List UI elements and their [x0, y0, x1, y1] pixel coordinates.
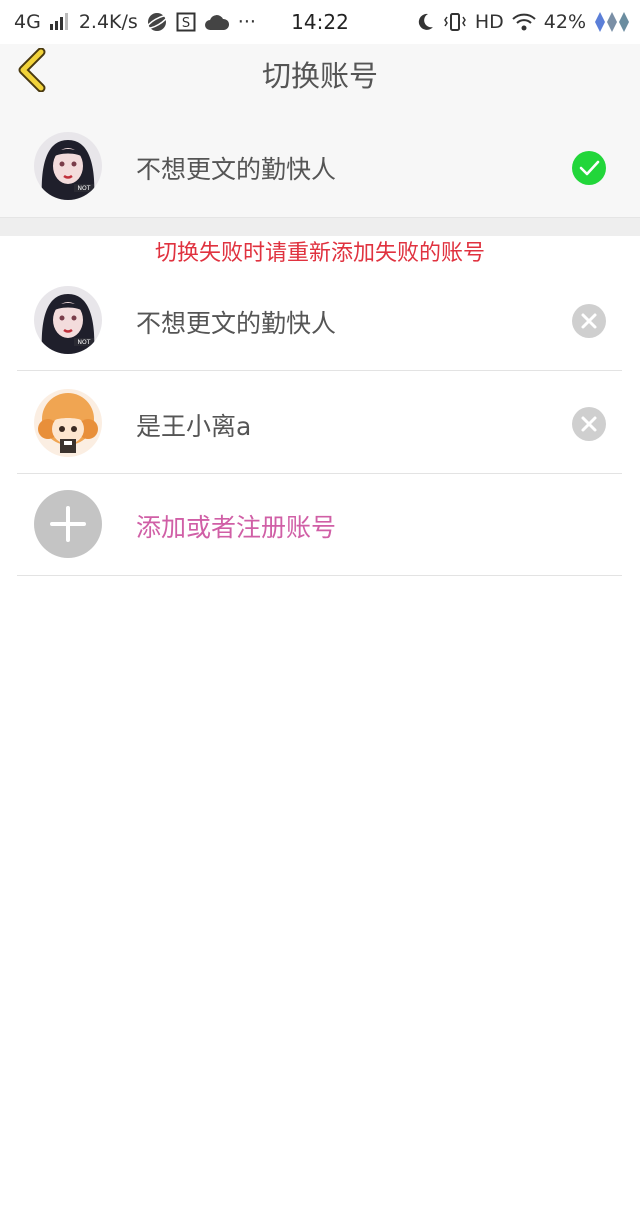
vibrate-icon — [443, 12, 467, 32]
current-account-card: NOT 不想更文的勤快人 — [0, 100, 640, 218]
girl-portrait-avatar: NOT — [34, 132, 102, 200]
status-bar: 4G 2.4K/s S ··· 14:22 HD 42% — [0, 0, 640, 44]
more-notifications-icon: ··· — [237, 11, 256, 33]
svg-text:NOT: NOT — [78, 339, 91, 346]
account-row[interactable]: NOT 不想更文的勤快人 — [0, 270, 640, 372]
add-account-row[interactable]: 添加或者注册账号 — [0, 474, 640, 576]
status-right: HD 42% — [415, 0, 630, 44]
remove-account-button[interactable] — [572, 304, 606, 338]
account-name: 不想更文的勤快人 — [136, 309, 337, 338]
switch-failure-notice: 切换失败时请重新添加失败的账号 — [154, 241, 485, 266]
app-s-icon: S — [176, 12, 196, 32]
divider — [17, 575, 622, 576]
network-speed: 2.4K/s — [78, 11, 138, 33]
current-account-name: 不想更文的勤快人 — [136, 155, 337, 184]
clock-time: 14:22 — [291, 10, 349, 34]
girl-portrait-avatar: NOT — [34, 286, 102, 354]
close-icon — [581, 313, 597, 329]
title-bar: 切换账号 — [0, 44, 640, 100]
moon-icon — [415, 12, 435, 32]
planet-icon — [146, 11, 168, 33]
divider — [17, 370, 622, 371]
svg-text:S: S — [182, 16, 190, 31]
remove-account-button[interactable] — [572, 407, 606, 441]
network-label: 4G — [14, 11, 41, 33]
account-name: 是王小离a — [136, 412, 252, 441]
status-left: 4G 2.4K/s S ··· — [14, 0, 256, 44]
close-icon — [581, 416, 597, 432]
add-account-label[interactable]: 添加或者注册账号 — [136, 508, 336, 544]
battery-percent: 42% — [543, 11, 586, 33]
cloud-icon — [204, 13, 230, 31]
cartoon-girl-avatar — [34, 389, 102, 457]
add-account-button[interactable] — [34, 490, 102, 558]
wifi-icon — [512, 13, 536, 31]
account-row[interactable]: 是王小离a — [0, 372, 640, 474]
section-separator — [0, 218, 640, 236]
hd-label: HD — [474, 11, 504, 33]
page-title: 切换账号 — [261, 59, 378, 93]
selected-check-icon — [572, 151, 606, 185]
gem-icon — [594, 10, 630, 34]
svg-text:NOT: NOT — [78, 185, 91, 192]
plus-icon — [50, 506, 86, 542]
signal-icon — [49, 13, 71, 31]
